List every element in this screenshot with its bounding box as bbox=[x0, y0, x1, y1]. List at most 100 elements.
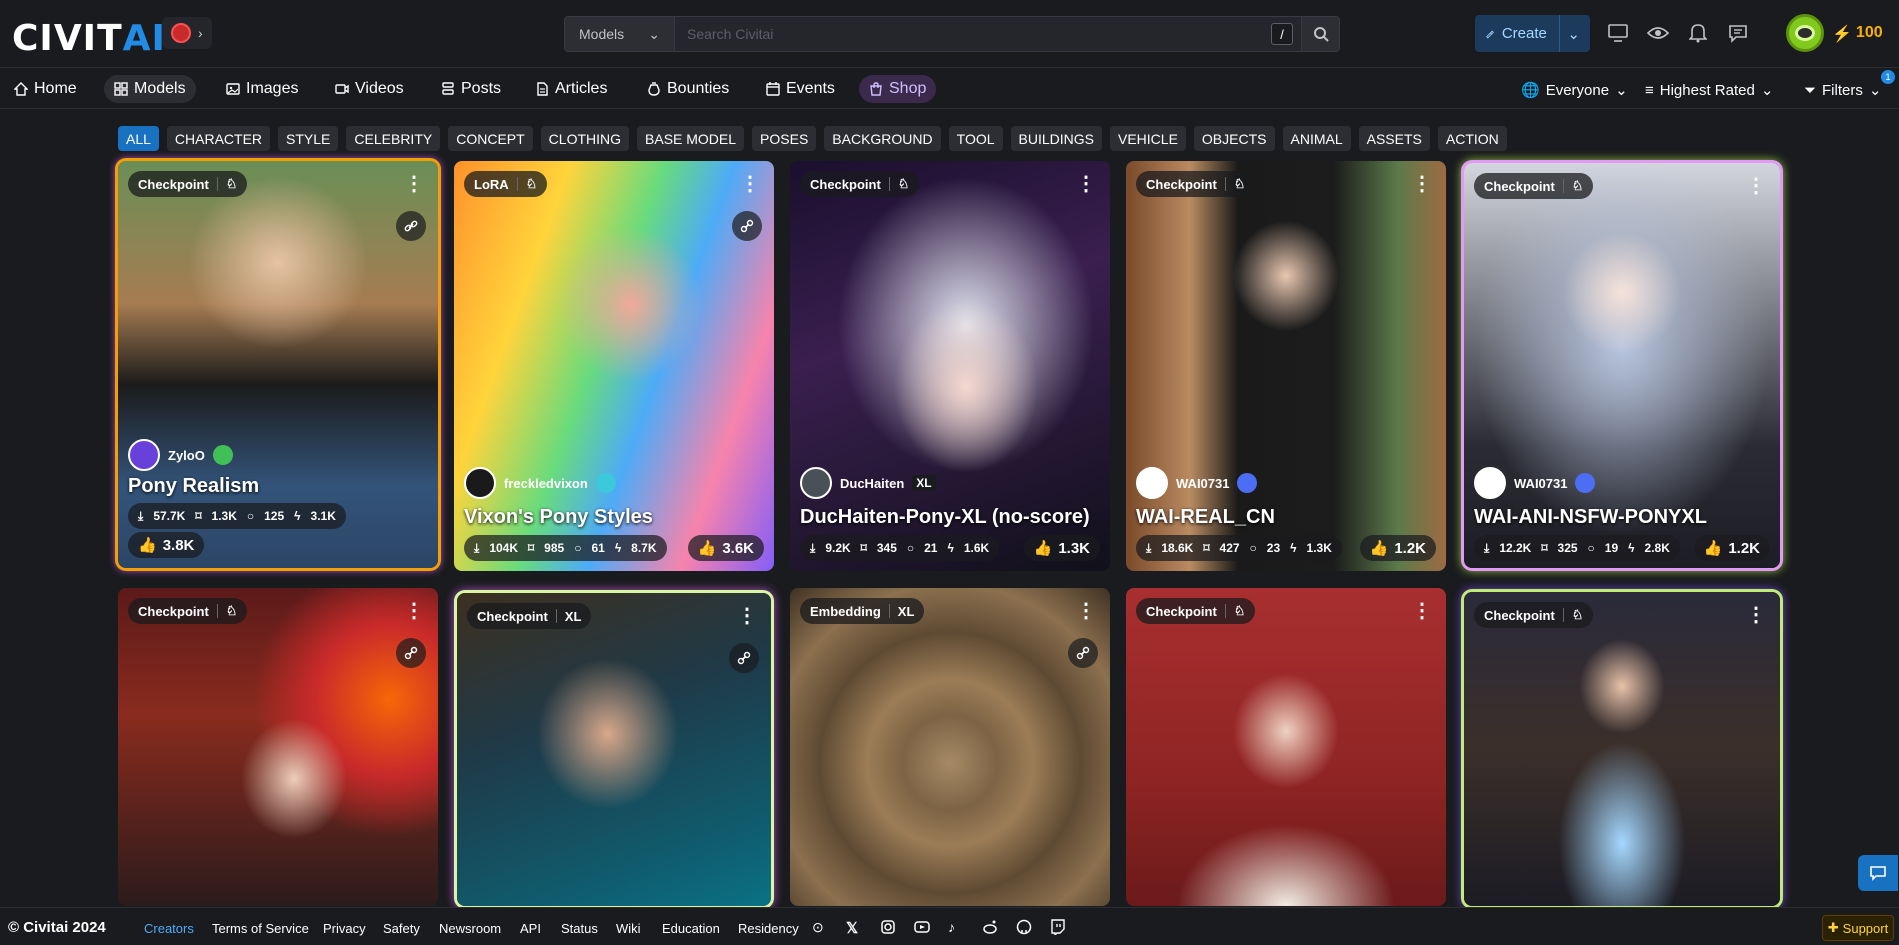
chip-base-model[interactable]: BASE MODEL bbox=[637, 126, 745, 151]
model-card[interactable]: LoRA ♘ ⋮ freckledvixon Vixon's Pony Style… bbox=[454, 161, 774, 571]
footer-link-wiki[interactable]: Wiki bbox=[616, 921, 641, 936]
chip-style[interactable]: STYLE bbox=[278, 126, 339, 151]
sort-select[interactable]: ≡ Highest Rated ⌄ bbox=[1645, 81, 1773, 100]
footer-link-privacy[interactable]: Privacy bbox=[323, 921, 366, 936]
footer-link-safety[interactable]: Safety bbox=[383, 921, 420, 936]
nav-articles[interactable]: Articles bbox=[525, 75, 617, 103]
creator-info[interactable]: WAI0731 bbox=[1474, 467, 1596, 499]
card-menu-icon[interactable]: ⋮ bbox=[1076, 601, 1096, 621]
footer-link-residency[interactable]: Residency bbox=[738, 921, 799, 936]
chip-buildings[interactable]: BUILDINGS bbox=[1010, 126, 1102, 151]
chip-assets[interactable]: ASSETS bbox=[1358, 126, 1430, 151]
monitor-icon[interactable] bbox=[1607, 22, 1629, 44]
card-menu-icon[interactable]: ⋮ bbox=[1412, 174, 1432, 194]
chip-tool[interactable]: TOOL bbox=[948, 126, 1003, 151]
link-icon[interactable] bbox=[396, 638, 426, 668]
likes-pill[interactable]: 👍 1.3K bbox=[1023, 535, 1100, 561]
footer-link-status[interactable]: Status bbox=[561, 921, 598, 936]
chip-clothing[interactable]: CLOTHING bbox=[540, 126, 630, 151]
likes-pill[interactable]: 👍 3.8K bbox=[128, 532, 205, 558]
link-icon[interactable] bbox=[732, 211, 762, 241]
footer-link-education[interactable]: Education bbox=[662, 921, 720, 936]
eye-icon[interactable] bbox=[1647, 22, 1669, 44]
model-card[interactable]: Checkpoint ♘ ⋮ WAI0731 WAI-ANI-NSFW-PONYX… bbox=[1464, 163, 1780, 568]
search-category-select[interactable]: Models ⌄ bbox=[565, 17, 675, 51]
create-button[interactable]: Create ⌄ bbox=[1475, 15, 1590, 52]
nav-images[interactable]: Images bbox=[216, 75, 308, 103]
instagram-icon[interactable] bbox=[880, 919, 896, 935]
horse-icon: ♘ bbox=[1233, 603, 1246, 618]
creator-info[interactable]: WAI0731 bbox=[1136, 467, 1258, 499]
footer-link-api[interactable]: API bbox=[520, 921, 541, 936]
model-card[interactable]: Checkpoint ♘ ⋮ bbox=[1464, 592, 1780, 906]
card-menu-icon[interactable]: ⋮ bbox=[740, 174, 760, 194]
reddit-icon[interactable] bbox=[982, 919, 998, 935]
nav-home[interactable]: Home bbox=[4, 75, 87, 103]
card-menu-icon[interactable]: ⋮ bbox=[1746, 176, 1766, 196]
filters-button[interactable]: ⏷ Filters ⌄ bbox=[1804, 81, 1881, 100]
x-twitter-icon[interactable]: 𝕏 bbox=[846, 919, 862, 937]
search-bar: Models ⌄ / bbox=[564, 16, 1340, 52]
buzz-balance[interactable]: ⚡ 100 bbox=[1832, 24, 1883, 44]
chat-icon[interactable] bbox=[1727, 22, 1749, 44]
model-card[interactable]: Checkpoint ♘ ⋮ WAI0731 WAI-REAL_CN ⤓ 18.6K… bbox=[1126, 161, 1446, 571]
card-menu-icon[interactable]: ⋮ bbox=[404, 601, 424, 621]
chip-character[interactable]: CHARACTER bbox=[166, 126, 271, 151]
card-menu-icon[interactable]: ⋮ bbox=[1076, 174, 1096, 194]
model-card[interactable]: Embedding XL ⋮ bbox=[790, 588, 1110, 906]
chip-animal[interactable]: ANIMAL bbox=[1282, 126, 1351, 151]
creator-info[interactable]: DucHaiten XL bbox=[800, 467, 936, 499]
discord-icon[interactable]: ⊙ bbox=[812, 919, 828, 935]
footer-link-terms[interactable]: Terms of Service bbox=[212, 921, 309, 936]
chip-concept[interactable]: CONCEPT bbox=[448, 126, 533, 151]
chip-background[interactable]: BACKGROUND bbox=[824, 126, 941, 151]
youtube-icon[interactable] bbox=[914, 919, 930, 935]
nav-videos[interactable]: Videos bbox=[325, 75, 414, 103]
search-input[interactable] bbox=[675, 17, 1263, 51]
card-menu-icon[interactable]: ⋮ bbox=[404, 174, 424, 194]
model-card[interactable]: Checkpoint XL ⋮ bbox=[457, 593, 771, 906]
event-badge-button[interactable]: › bbox=[162, 17, 212, 49]
nav-posts[interactable]: Posts bbox=[431, 75, 511, 103]
card-menu-icon[interactable]: ⋮ bbox=[737, 606, 757, 626]
footer-link-newsroom[interactable]: Newsroom bbox=[439, 921, 501, 936]
tiktok-icon[interactable]: ♪ bbox=[948, 919, 964, 935]
nav-bounties[interactable]: Bounties bbox=[637, 75, 739, 103]
model-card[interactable]: Checkpoint ♘ ⋮ DucHaiten XL DucHaiten-Pony… bbox=[790, 161, 1110, 571]
model-card[interactable]: Checkpoint ♘ ⋮ bbox=[1126, 588, 1446, 906]
model-card[interactable]: Checkpoint ♘ ⋮ bbox=[118, 588, 438, 906]
likes-pill[interactable]: 👍 1.2K bbox=[1693, 535, 1770, 561]
chip-poses[interactable]: POSES bbox=[752, 126, 817, 151]
model-card[interactable]: Checkpoint ♘ ⋮ ZyloO Pony Realism ⤓ 57.7K … bbox=[118, 161, 438, 568]
creator-info[interactable]: freckledvixon bbox=[464, 467, 616, 499]
bell-icon[interactable] bbox=[1687, 22, 1709, 44]
lightning-icon: ϟ bbox=[614, 541, 622, 555]
model-type-badge: Checkpoint ♘ bbox=[128, 171, 248, 197]
footer-link-creators[interactable]: Creators bbox=[144, 921, 194, 936]
search-button[interactable] bbox=[1301, 17, 1339, 51]
support-button[interactable]: ✚ Support bbox=[1822, 915, 1894, 941]
chip-celebrity[interactable]: CELEBRITY bbox=[346, 126, 441, 151]
chip-all[interactable]: ALL bbox=[118, 126, 159, 151]
likes-pill[interactable]: 👍 1.2K bbox=[1359, 535, 1436, 561]
card-menu-icon[interactable]: ⋮ bbox=[1412, 601, 1432, 621]
card-menu-icon[interactable]: ⋮ bbox=[1746, 605, 1766, 625]
chip-objects[interactable]: OBJECTS bbox=[1193, 126, 1275, 151]
chip-action[interactable]: ACTION bbox=[1437, 126, 1507, 151]
link-icon[interactable] bbox=[729, 643, 759, 673]
creator-info[interactable]: ZyloO bbox=[128, 439, 233, 471]
chat-launcher-button[interactable] bbox=[1858, 855, 1898, 891]
link-icon[interactable] bbox=[1068, 638, 1098, 668]
chip-vehicle[interactable]: VEHICLE bbox=[1110, 126, 1186, 151]
github-icon[interactable] bbox=[1016, 919, 1032, 935]
twitch-icon[interactable] bbox=[1050, 919, 1066, 937]
nav-models[interactable]: Models bbox=[104, 75, 196, 103]
link-icon[interactable] bbox=[396, 211, 426, 241]
user-avatar[interactable] bbox=[1786, 14, 1824, 52]
civitai-logo[interactable]: CIVIT AI bbox=[12, 18, 166, 59]
chevron-down-icon[interactable]: ⌄ bbox=[1567, 25, 1580, 43]
nav-shop[interactable]: Shop bbox=[859, 75, 937, 103]
browsing-level-select[interactable]: 🌐 Everyone ⌄ bbox=[1521, 81, 1628, 100]
likes-pill[interactable]: 👍 3.6K bbox=[687, 535, 764, 561]
nav-events[interactable]: Events bbox=[756, 75, 845, 103]
